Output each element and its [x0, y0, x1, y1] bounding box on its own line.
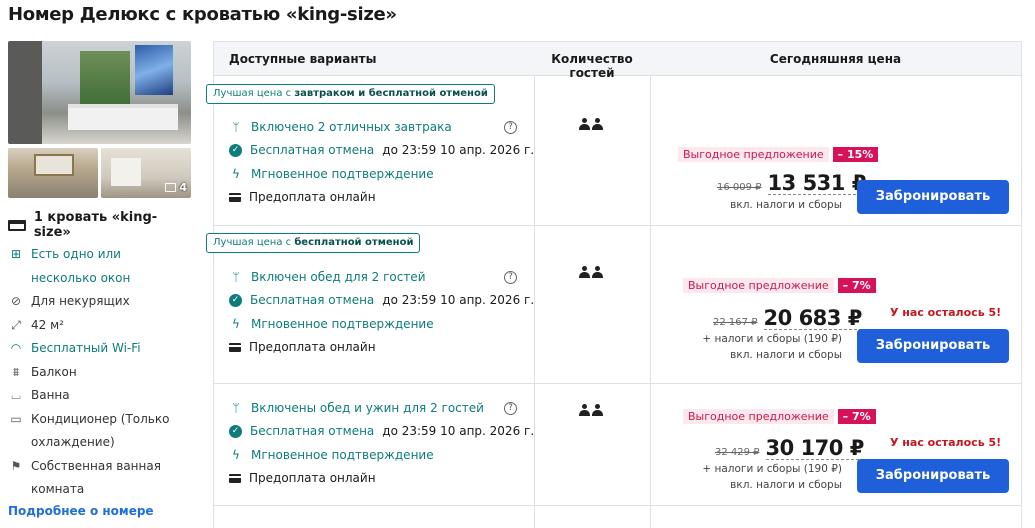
area-icon: ⤢: [11, 317, 21, 332]
amenity-item: ⊞ Есть одно или несколько окон: [8, 243, 192, 290]
help-icon[interactable]: ?: [504, 402, 517, 415]
card-icon: [229, 473, 241, 483]
free-cancellation-link[interactable]: Бесплатная отмена: [250, 143, 374, 157]
meal-icon: ᛘ: [232, 269, 240, 284]
tax-note: вкл. налоги и сборы: [730, 349, 842, 361]
help-icon[interactable]: ?: [504, 271, 517, 284]
balcony-icon: ⩩: [12, 364, 20, 379]
price-block: 32 429 ₽30 170 ₽: [715, 436, 864, 460]
room-photo-thumb[interactable]: [8, 148, 98, 198]
person-icon: [592, 118, 603, 130]
rate-details: ᛘ Включено 2 отличных завтрака ✓ Бесплатна…: [229, 115, 534, 209]
rooms-left-alert: У нас осталось 5!: [890, 436, 1002, 449]
deal-badge: Выгодное предложение – 7%: [683, 409, 876, 424]
shower-icon: ⚑: [10, 458, 22, 473]
price-block: 22 167 ₽20 683 ₽: [713, 306, 862, 330]
person-icon: [579, 266, 590, 278]
room-summary: 4 1 кровать «king-size» ⊞ Есть одно или н…: [8, 41, 192, 518]
amenity-item: ◠ Бесплатный Wi-Fi: [8, 337, 192, 361]
best-price-tag: Лучшая цена с бесплатной отменой: [206, 233, 421, 253]
amenity-item: ⩩ Балкон: [8, 361, 192, 385]
check-icon: ✓: [229, 424, 242, 438]
bed-icon: [8, 219, 26, 231]
amenities-list: ⊞ Есть одно или несколько окон ⊘ Для некур…: [8, 243, 192, 502]
gallery-icon: [165, 183, 177, 192]
meal-icon: ᛘ: [232, 400, 240, 415]
guest-count: [579, 118, 603, 130]
amenity-item: ▭ Кондиционер (Только охлаждение): [8, 408, 192, 455]
person-icon: [579, 118, 590, 130]
window-icon: ⊞: [10, 247, 22, 261]
wifi-icon: ◠: [10, 341, 22, 355]
room-photo-thumb[interactable]: 4: [101, 148, 191, 198]
table-header: Доступные варианты Количество гостей Сег…: [214, 42, 1021, 80]
extra-tax-note: + налоги и сборы (190 ₽): [702, 333, 842, 345]
rate-row: ᛘ Включены обед и ужин для 2 гостей ✓ Бесп…: [214, 384, 1021, 506]
rate-options-table: Доступные варианты Количество гостей Сег…: [206, 41, 1022, 528]
room-details-link[interactable]: Подробнее о номере: [8, 504, 192, 518]
lightning-icon: ϟ: [232, 447, 240, 462]
lightning-icon: ϟ: [232, 316, 240, 331]
column-header-options: Доступные варианты: [229, 52, 377, 66]
no-smoking-icon: ⊘: [10, 294, 22, 308]
tax-note: вкл. налоги и сборы: [730, 479, 842, 491]
rate-details: ᛘ Включен обед для 2 гостей ✓ Бесплатная о…: [229, 265, 534, 359]
free-cancellation-link[interactable]: Бесплатная отмена: [250, 293, 374, 307]
free-cancellation-link[interactable]: Бесплатная отмена: [250, 424, 374, 438]
amenity-item: ⌴ Ванна: [8, 384, 192, 408]
check-icon: ✓: [229, 143, 242, 157]
card-icon: [229, 192, 241, 202]
air-conditioner-icon: ▭: [10, 411, 22, 426]
card-icon: [229, 342, 241, 352]
help-icon[interactable]: ?: [504, 121, 517, 134]
meal-icon: ᛘ: [232, 119, 240, 134]
deal-badge: Выгодное предложение – 7%: [683, 278, 876, 293]
rooms-left-alert: У нас осталось 5!: [890, 306, 1002, 319]
photo-count-badge[interactable]: 4: [165, 181, 187, 194]
deal-badge: Выгодное предложение – 15%: [678, 147, 879, 162]
book-button[interactable]: Забронировать: [857, 180, 1009, 214]
lightning-icon: ϟ: [232, 166, 240, 181]
bathtub-icon: ⌴: [11, 388, 21, 402]
rate-row: Лучшая цена с бесплатной отменой ᛘ Включе…: [206, 226, 1021, 384]
column-header-price: Сегодняшняя цена: [769, 52, 902, 66]
price-block: 16 009 ₽13 531 ₽: [717, 171, 866, 195]
check-icon: ✓: [229, 293, 242, 307]
room-title: Номер Делюкс с кроватью «king-size»: [8, 4, 397, 25]
person-icon: [592, 404, 603, 416]
guest-count: [579, 404, 603, 416]
person-icon: [592, 266, 603, 278]
amenity-item: ⊘ Для некурящих: [8, 290, 192, 314]
person-icon: [579, 404, 590, 416]
rate-details: ᛘ Включены обед и ужин для 2 гостей ✓ Бесп…: [229, 396, 534, 490]
best-price-tag: Лучшая цена с завтраком и бесплатной отм…: [206, 84, 495, 104]
guest-count: [579, 266, 603, 278]
rate-row: Лучшая цена с завтраком и бесплатной отм…: [206, 76, 1021, 226]
bed-info: 1 кровать «king-size»: [8, 210, 192, 240]
amenity-item: ⚑ Собственная ванная комната: [8, 455, 192, 502]
book-button[interactable]: Забронировать: [857, 459, 1009, 493]
book-button[interactable]: Забронировать: [857, 329, 1009, 363]
extra-tax-note: + налоги и сборы (190 ₽): [702, 463, 842, 475]
amenity-item: ⤢ 42 м²: [8, 314, 192, 338]
column-header-guests: Количество гостей: [551, 52, 633, 80]
room-photo-main[interactable]: [8, 41, 191, 144]
tax-note: вкл. налоги и сборы: [730, 199, 842, 211]
